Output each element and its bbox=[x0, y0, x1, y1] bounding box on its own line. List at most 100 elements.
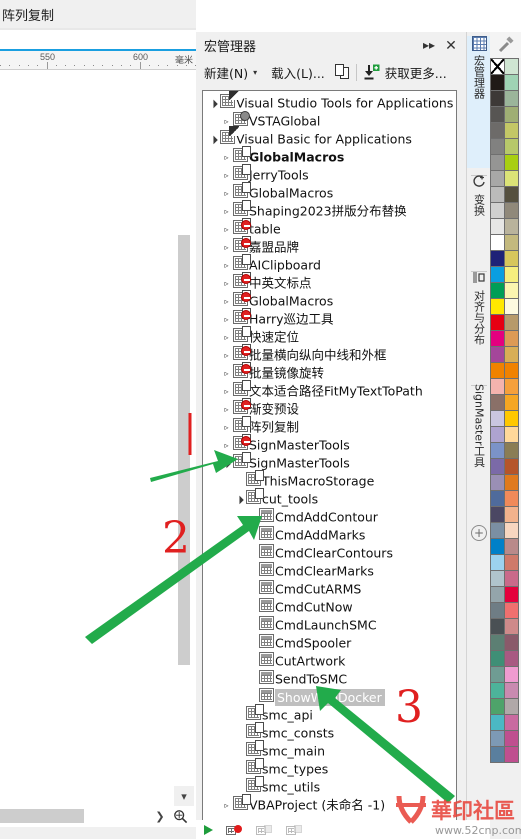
swatch[interactable] bbox=[489, 745, 505, 763]
copy-icon[interactable] bbox=[334, 64, 350, 80]
expander-collapsed-icon[interactable]: ▹ bbox=[220, 239, 233, 257]
tree-item[interactable]: ▹ Shaping2023拼版分布替换 bbox=[203, 200, 456, 220]
swatch[interactable] bbox=[503, 729, 519, 747]
swatch[interactable] bbox=[503, 745, 519, 763]
swatch[interactable] bbox=[489, 105, 505, 123]
swatch[interactable] bbox=[503, 361, 519, 379]
add-docker-button[interactable]: + bbox=[467, 522, 491, 544]
tree-item[interactable]: CmdLaunchSMC bbox=[203, 616, 456, 634]
expander-collapsed-icon[interactable]: ▹ bbox=[220, 275, 233, 293]
expander-collapsed-icon[interactable]: ▹ bbox=[220, 347, 233, 365]
macro-tree[interactable]: ◢ Visual Studio Tools for Applications ▹ VS… bbox=[202, 90, 457, 835]
swatch[interactable] bbox=[503, 521, 519, 539]
tree-item[interactable]: ▹ 批量横向纵向中线和外框 bbox=[203, 344, 456, 365]
swatch[interactable] bbox=[489, 153, 505, 171]
swatch[interactable] bbox=[503, 313, 519, 331]
tree-item[interactable]: ▹ Harry巡边工具 bbox=[203, 308, 456, 329]
swatch[interactable] bbox=[503, 569, 519, 587]
tree-item[interactable]: ▹ AIClipboard bbox=[203, 254, 456, 274]
tree-item[interactable]: ▹ 渐变预设 bbox=[203, 398, 456, 418]
tree-item[interactable]: ▹ VSTAGlobal bbox=[203, 111, 456, 130]
canvas-vertical-scrollbar[interactable] bbox=[175, 70, 193, 770]
swatch[interactable] bbox=[489, 201, 505, 219]
swatch[interactable] bbox=[489, 217, 505, 235]
horizontal-scroll-thumb[interactable] bbox=[0, 809, 84, 823]
new-macro-button[interactable]: 新建(N) ▾ bbox=[201, 60, 260, 84]
expander-collapsed-icon[interactable]: ▹ bbox=[220, 311, 233, 329]
swatch[interactable] bbox=[489, 361, 505, 379]
tree-item[interactable]: CmdAddMarks bbox=[203, 526, 456, 544]
docker-tab-0[interactable]: 宏管理器 bbox=[467, 36, 491, 168]
swatch[interactable] bbox=[489, 185, 505, 203]
swatch[interactable] bbox=[503, 233, 519, 251]
expander-collapsed-icon[interactable]: ▹ bbox=[220, 167, 233, 185]
record-macro-icon[interactable] bbox=[226, 824, 242, 836]
tree-item[interactable]: CutArtwork bbox=[203, 652, 456, 670]
swatch[interactable] bbox=[489, 473, 505, 491]
swatch[interactable] bbox=[503, 185, 519, 203]
document-tab-label[interactable]: 阵列复制 bbox=[2, 5, 54, 24]
stop-macro-icon[interactable] bbox=[256, 824, 272, 836]
swatch[interactable] bbox=[489, 169, 505, 187]
tree-item[interactable]: CmdCutARMS bbox=[203, 580, 456, 598]
tree-item[interactable]: smc_consts bbox=[203, 722, 456, 742]
tree-item[interactable]: ▹ 批量镜像旋转 bbox=[203, 362, 456, 383]
tree-item[interactable]: ▹ 文本适合路径FitMyTextToPath bbox=[203, 380, 456, 401]
tree-item[interactable]: ThisMacroStorage bbox=[203, 470, 456, 490]
swatch[interactable] bbox=[503, 633, 519, 651]
docker-tab-3[interactable]: SignMaster工具 bbox=[467, 384, 491, 504]
close-icon[interactable]: ✕ bbox=[440, 34, 462, 56]
swatch[interactable] bbox=[489, 441, 505, 459]
swatch[interactable] bbox=[489, 585, 505, 603]
swatch[interactable] bbox=[503, 201, 519, 219]
swatch[interactable] bbox=[489, 633, 505, 651]
swatch-no-color[interactable] bbox=[489, 57, 505, 75]
tree-item[interactable]: ▹ JerryTools bbox=[203, 164, 456, 185]
swatch[interactable] bbox=[503, 697, 519, 715]
tree-item[interactable]: CmdCutNow bbox=[203, 598, 456, 616]
tree-item[interactable]: SendToSMC bbox=[203, 670, 456, 688]
swatch[interactable] bbox=[489, 121, 505, 139]
tree-item[interactable]: ▹ GlobalMacros bbox=[203, 290, 456, 310]
play-icon[interactable] bbox=[204, 825, 213, 835]
swatch[interactable] bbox=[503, 585, 519, 603]
scroll-right-button[interactable]: ❯ bbox=[152, 808, 168, 824]
swatch[interactable] bbox=[489, 521, 505, 539]
tree-item[interactable]: smc_types bbox=[203, 758, 456, 778]
palette-swatches[interactable] bbox=[489, 57, 521, 763]
swatch[interactable] bbox=[503, 649, 519, 667]
expander-collapsed-icon[interactable]: ▹ bbox=[220, 797, 233, 815]
swatch[interactable] bbox=[503, 665, 519, 683]
swatch[interactable] bbox=[489, 729, 505, 747]
tree-item[interactable]: CmdAddContour bbox=[203, 508, 456, 526]
chevron-down-icon[interactable]: ▾ bbox=[253, 68, 257, 77]
vertical-scroll-thumb[interactable] bbox=[178, 235, 190, 665]
swatch[interactable] bbox=[489, 457, 505, 475]
tree-item[interactable]: ShowWebDocker bbox=[203, 688, 456, 706]
swatch[interactable] bbox=[503, 89, 519, 107]
swatch[interactable] bbox=[489, 329, 505, 347]
expander-collapsed-icon[interactable]: ▹ bbox=[220, 185, 233, 203]
docker-tab-1[interactable]: 变换 bbox=[467, 174, 491, 264]
swatch[interactable] bbox=[503, 537, 519, 555]
chevrons-right-icon[interactable]: ▸▸ bbox=[418, 34, 440, 56]
swatch[interactable] bbox=[503, 713, 519, 731]
swatch[interactable] bbox=[503, 169, 519, 187]
swatch[interactable] bbox=[489, 601, 505, 619]
tree-item[interactable]: ◢ Visual Studio Tools for Applications bbox=[203, 91, 456, 112]
swatch[interactable] bbox=[489, 377, 505, 395]
drawing-canvas[interactable] bbox=[0, 70, 196, 839]
swatch[interactable] bbox=[503, 601, 519, 619]
expander-collapsed-icon[interactable]: ▹ bbox=[220, 383, 233, 401]
expander-collapsed-icon[interactable]: ▹ bbox=[220, 329, 233, 347]
tree-item[interactable]: ▹ SignMasterTools bbox=[203, 434, 456, 455]
swatch[interactable] bbox=[503, 297, 519, 315]
expander-collapsed-icon[interactable]: ▹ bbox=[220, 365, 233, 383]
swatch[interactable] bbox=[489, 73, 505, 91]
tree-item[interactable]: ◢ SignMasterTools bbox=[203, 452, 456, 472]
eyedropper-icon[interactable] bbox=[490, 32, 521, 58]
swatch[interactable] bbox=[503, 393, 519, 411]
swatch[interactable] bbox=[503, 377, 519, 395]
tree-item[interactable]: ▹ GlobalMacros bbox=[203, 182, 456, 203]
expander-collapsed-icon[interactable]: ▹ bbox=[220, 437, 233, 455]
